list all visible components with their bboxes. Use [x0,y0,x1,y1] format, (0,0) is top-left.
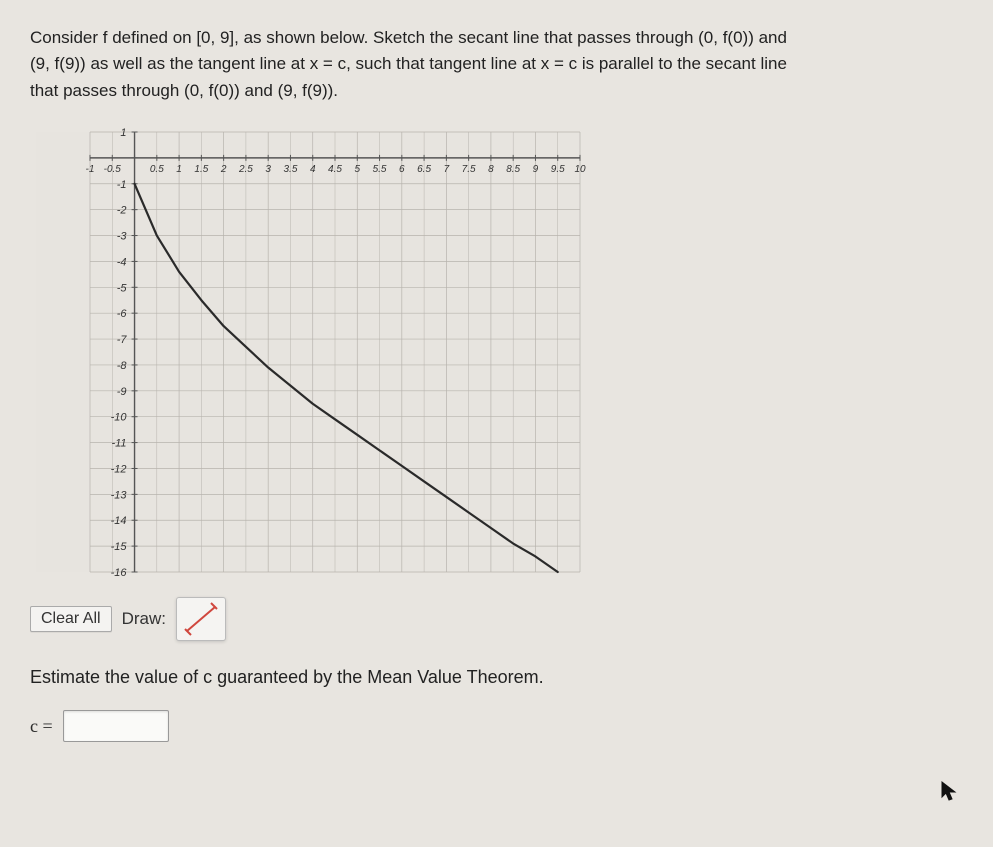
svg-text:-1: -1 [117,179,127,191]
svg-text:-4: -4 [117,256,127,268]
line-tool-icon [181,601,221,637]
svg-text:5: 5 [354,164,360,175]
svg-text:2.5: 2.5 [238,164,253,175]
mouse-cursor-icon [940,780,958,802]
line-tool-button[interactable] [176,597,226,641]
svg-text:-15: -15 [111,541,128,553]
svg-text:-11: -11 [111,438,126,450]
svg-text:-9: -9 [117,386,127,398]
svg-text:6: 6 [399,164,405,175]
svg-text:1: 1 [120,127,126,139]
svg-text:-14: -14 [111,515,127,527]
answer-row: c = [30,710,963,742]
svg-text:10: 10 [574,164,586,175]
svg-text:9.5: 9.5 [551,164,565,175]
svg-text:8.5: 8.5 [506,164,520,175]
svg-text:7: 7 [444,164,450,175]
problem-line3: that passes through (0, f(0)) and (9, f(… [30,81,338,100]
svg-text:-6: -6 [117,308,128,320]
svg-text:-8: -8 [117,360,128,372]
svg-text:-7: -7 [117,334,128,346]
svg-text:9: 9 [533,164,539,175]
svg-text:-12: -12 [111,464,127,476]
drawing-toolbar: Clear All Draw: [30,597,963,641]
svg-text:-3: -3 [117,231,128,243]
problem-line1: Consider f defined on [0, 9], as shown b… [30,28,787,47]
svg-text:3: 3 [265,164,271,175]
svg-text:1: 1 [176,164,182,175]
svg-text:3.5: 3.5 [284,164,298,175]
svg-text:-5: -5 [117,282,128,294]
svg-text:4: 4 [310,164,316,175]
problem-statement: Consider f defined on [0, 9], as shown b… [30,25,963,104]
svg-text:7.5: 7.5 [462,164,476,175]
answer-label: c = [30,716,53,737]
problem-line2: (9, f(9)) as well as the tangent line at… [30,54,787,73]
svg-text:4.5: 4.5 [328,164,342,175]
svg-text:0.5: 0.5 [150,164,164,175]
svg-text:6.5: 6.5 [417,164,431,175]
c-value-input[interactable] [63,710,169,742]
svg-text:-13: -13 [111,489,128,501]
estimate-prompt: Estimate the value of c guaranteed by th… [30,667,963,688]
svg-text:8: 8 [488,164,494,175]
graph-canvas[interactable]: -1 -0.5 0.5 1 1.5 2 2.5 3 3.5 4 4.5 5 5.5 6 6.5 7 7.5 8 8.… [30,122,963,587]
clear-all-button[interactable]: Clear All [30,606,112,632]
svg-text:1.5: 1.5 [194,164,208,175]
draw-label: Draw: [122,609,166,629]
svg-text:-1: -1 [86,164,95,175]
svg-text:-10: -10 [111,412,128,424]
svg-text:2: 2 [220,164,227,175]
svg-text:-0.5: -0.5 [104,164,122,175]
svg-text:-2: -2 [117,205,127,217]
function-plot: -1 -0.5 0.5 1 1.5 2 2.5 3 3.5 4 4.5 5 5.5 6 6.5 7 7.5 8 8.… [30,122,590,582]
svg-text:5.5: 5.5 [373,164,387,175]
svg-text:-16: -16 [111,567,128,579]
